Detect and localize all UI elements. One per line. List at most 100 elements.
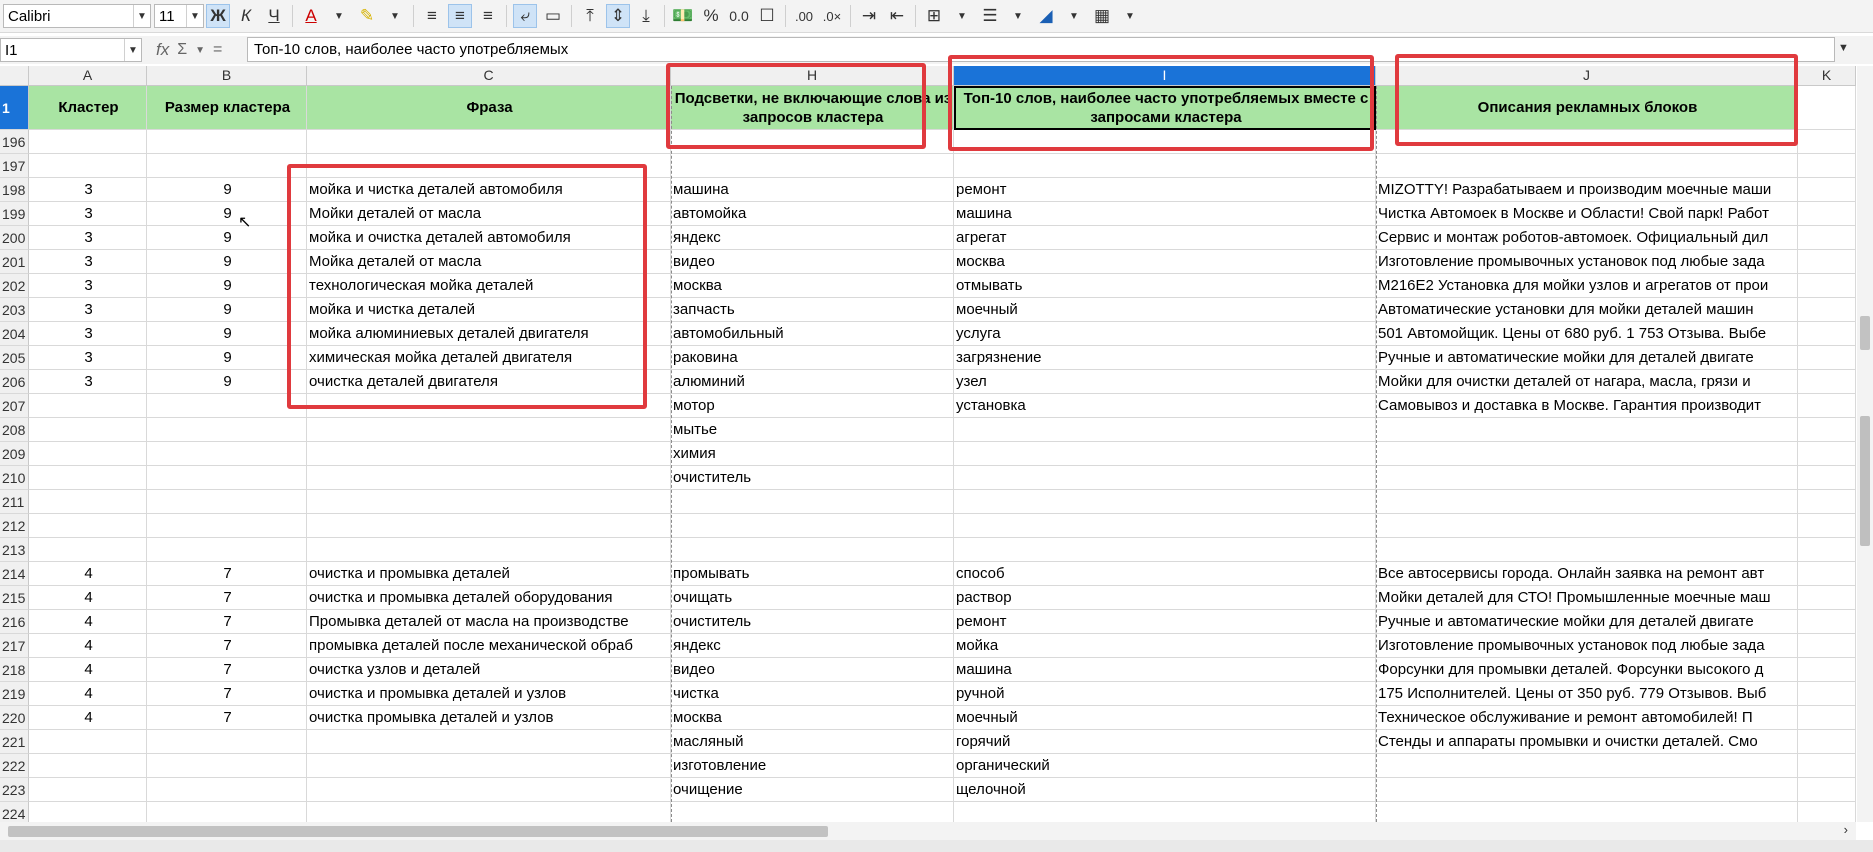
cell-k[interactable]	[1798, 274, 1856, 298]
cell-k[interactable]	[1798, 682, 1856, 706]
date-format-icon[interactable]: ☐	[755, 4, 779, 28]
chevron-down-icon[interactable]: ▼	[186, 5, 203, 27]
cell-i[interactable]: загрязнение	[954, 346, 1376, 370]
cell-k[interactable]	[1798, 658, 1856, 682]
align-middle-icon[interactable]: ⇕	[606, 4, 630, 28]
cell-c[interactable]	[307, 754, 671, 778]
row-header[interactable]: 202	[0, 274, 29, 298]
cell-c[interactable]: промывка деталей после механической обра…	[307, 634, 671, 658]
cell-b[interactable]: 9	[147, 202, 307, 226]
cell-k[interactable]	[1798, 202, 1856, 226]
cell-i[interactable]: ручной	[954, 682, 1376, 706]
cell-h[interactable]: промывать	[671, 562, 954, 586]
cell-b[interactable]: 9	[147, 274, 307, 298]
chevron-down-icon[interactable]: ▼	[950, 4, 974, 28]
cell-b[interactable]	[147, 466, 307, 490]
cell-j[interactable]: Самовывоз и доставка в Москве. Гарантия …	[1376, 394, 1798, 418]
cell-h[interactable]: видео	[671, 658, 954, 682]
cell-a[interactable]: 3	[29, 226, 147, 250]
cell-b[interactable]	[147, 394, 307, 418]
cell-c[interactable]: очистка деталей двигателя	[307, 370, 671, 394]
cell-h[interactable]: очиститель	[671, 466, 954, 490]
column-header-k[interactable]: K	[1798, 66, 1856, 86]
cell-h[interactable]	[671, 154, 954, 178]
cell-a[interactable]: 4	[29, 634, 147, 658]
row-header[interactable]: 205	[0, 346, 29, 370]
row-header[interactable]: 216	[0, 610, 29, 634]
merge-cells-icon[interactable]: ▭	[541, 4, 565, 28]
cell-h[interactable]: изготовление	[671, 754, 954, 778]
cell-b[interactable]	[147, 754, 307, 778]
chevron-down-icon[interactable]: ▼	[1006, 4, 1030, 28]
italic-button[interactable]: К	[234, 4, 258, 28]
cell-h[interactable]: автомойка	[671, 202, 954, 226]
cell-j[interactable]: Мойки деталей для СТО! Промышленные моеч…	[1376, 586, 1798, 610]
align-bottom-icon[interactable]: ⤓	[634, 4, 658, 28]
cell-a[interactable]: 4	[29, 682, 147, 706]
cell-i[interactable]	[954, 154, 1376, 178]
chevron-down-icon[interactable]: ▼	[1838, 42, 1849, 54]
cell-a[interactable]: 3	[29, 250, 147, 274]
cell-k[interactable]	[1798, 706, 1856, 730]
chevron-down-icon[interactable]: ▼	[133, 5, 150, 27]
row-header[interactable]: 201	[0, 250, 29, 274]
cell-j[interactable]: M216E2 Установка для мойки узлов и агрег…	[1376, 274, 1798, 298]
add-decimal-icon[interactable]: .00	[792, 4, 816, 28]
cell-a[interactable]: 3	[29, 178, 147, 202]
cell-j[interactable]	[1376, 538, 1798, 562]
cell-h[interactable]: москва	[671, 274, 954, 298]
cell-j[interactable]: Сервис и монтаж роботов-автомоек. Официа…	[1376, 226, 1798, 250]
cell-h[interactable]	[671, 490, 954, 514]
cell-k[interactable]	[1798, 562, 1856, 586]
column-header-j[interactable]: J	[1376, 66, 1798, 86]
cell-h[interactable]: мытье	[671, 418, 954, 442]
cell-c[interactable]: Мойка деталей от масла	[307, 250, 671, 274]
cell-j[interactable]	[1376, 466, 1798, 490]
row-header[interactable]: 1	[0, 86, 29, 130]
cell-j[interactable]	[1376, 442, 1798, 466]
cell-b[interactable]: 9	[147, 250, 307, 274]
cell-k[interactable]	[1798, 298, 1856, 322]
cell-i[interactable]: машина	[954, 202, 1376, 226]
cell-j[interactable]	[1376, 754, 1798, 778]
row-header[interactable]: 215	[0, 586, 29, 610]
row-header[interactable]: 220	[0, 706, 29, 730]
cell-h[interactable]: очиститель	[671, 610, 954, 634]
cell-a[interactable]	[29, 130, 147, 154]
cell-h[interactable]: видео	[671, 250, 954, 274]
cell-c[interactable]	[307, 418, 671, 442]
cell-j[interactable]: Автоматические установки для мойки детал…	[1376, 298, 1798, 322]
row-header[interactable]: 200	[0, 226, 29, 250]
cell-j[interactable]: 175 Исполнителей. Цены от 350 руб. 779 О…	[1376, 682, 1798, 706]
cell-b[interactable]	[147, 514, 307, 538]
cell-b[interactable]	[147, 538, 307, 562]
row-header[interactable]: 221	[0, 730, 29, 754]
cell-b[interactable]: 9	[147, 346, 307, 370]
header-cell-a[interactable]: Кластер	[29, 86, 147, 130]
cell-b[interactable]: 9	[147, 322, 307, 346]
cell-c[interactable]	[307, 538, 671, 562]
cell-b[interactable]	[147, 490, 307, 514]
cell-j[interactable]: Все автосервисы города. Онлайн заявка на…	[1376, 562, 1798, 586]
cell-b[interactable]	[147, 154, 307, 178]
cell-k[interactable]	[1798, 778, 1856, 802]
cell-k[interactable]	[1798, 730, 1856, 754]
indent-increase-icon[interactable]: ⇥	[857, 4, 881, 28]
row-header[interactable]: 223	[0, 778, 29, 802]
cell-i[interactable]: агрегат	[954, 226, 1376, 250]
horizontal-scrollbar[interactable]: ›	[0, 822, 1856, 840]
row-header[interactable]: 197	[0, 154, 29, 178]
cell-k[interactable]	[1798, 394, 1856, 418]
cell-k[interactable]	[1798, 346, 1856, 370]
row-header[interactable]: 211	[0, 490, 29, 514]
cell-c[interactable]: очистка узлов и деталей	[307, 658, 671, 682]
cell-b[interactable]: 9	[147, 298, 307, 322]
cell-k[interactable]	[1798, 538, 1856, 562]
cell-i[interactable]: отмывать	[954, 274, 1376, 298]
cell-a[interactable]: 4	[29, 586, 147, 610]
cell-i[interactable]	[954, 442, 1376, 466]
cell-a[interactable]	[29, 394, 147, 418]
cell-c[interactable]	[307, 154, 671, 178]
cell-a[interactable]	[29, 514, 147, 538]
cell-k[interactable]	[1798, 514, 1856, 538]
